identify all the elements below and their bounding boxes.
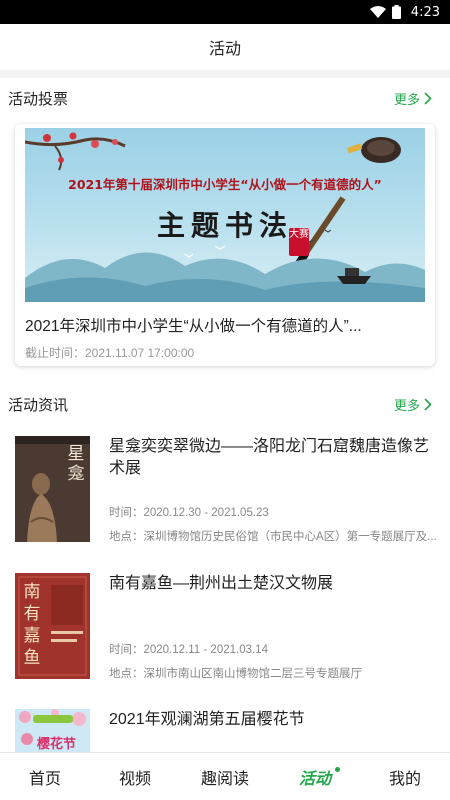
banner-calligraphy: 主题书法 xyxy=(156,209,293,242)
news-title: 2021年观澜湖第五届樱花节 xyxy=(109,711,305,728)
news-time: 时间：2020.12.11 - 2021.03.14 xyxy=(109,644,268,656)
news-time: 时间：2020.12.30 - 2021.05.23 xyxy=(109,507,269,519)
active-dot-indicator xyxy=(335,767,340,772)
nav-video[interactable]: 视频 xyxy=(90,753,180,800)
chevron-right-icon xyxy=(424,397,432,411)
news-title: 星龛奕奕翠微边——洛阳龙门石窟魏唐造像艺术展 xyxy=(109,438,430,477)
vote-banner-image: 2021年第十届深圳市中小学生“从小做一个有道德的人” 主题书法 大赛 xyxy=(25,128,425,302)
thumbnail-text: 樱花节 xyxy=(37,737,77,752)
news-thumbnail: 星龛 xyxy=(15,436,90,542)
banner-headline: 2021年第十届深圳市中小学生“从小做一个有道德的人” xyxy=(68,177,382,192)
status-time: 4:23 xyxy=(410,4,440,20)
vote-section-header: 活动投票 更多 xyxy=(0,76,450,120)
battery-icon xyxy=(391,5,401,19)
vote-card-deadline: 截止时间：2021.11.07 17:00:00 xyxy=(25,346,195,360)
status-bar: 4:23 xyxy=(0,0,450,24)
news-place: 地点：深圳市南山区南山博物馆二层三号专题展厅 xyxy=(109,668,362,680)
nav-mine[interactable]: 我的 xyxy=(360,753,450,800)
more-label: 更多 xyxy=(393,91,420,107)
page-title: 活动 xyxy=(0,24,450,70)
news-more-link[interactable]: 更多 xyxy=(394,395,432,414)
vote-card[interactable]: 2021年第十届深圳市中小学生“从小做一个有道德的人” 主题书法 大赛 2021… xyxy=(15,124,435,366)
nav-home[interactable]: 首页 xyxy=(0,753,90,800)
more-label: 更多 xyxy=(393,397,420,413)
news-item[interactable]: 星龛 星龛奕奕翠微边——洛阳龙门石窟魏唐造像艺术展 时间：2020.12.30 … xyxy=(0,436,450,566)
nav-reading[interactable]: 趣阅读 xyxy=(180,753,270,800)
thumbnail-text: 南有嘉鱼 xyxy=(23,582,41,668)
banner-stamp: 大赛 xyxy=(289,228,309,256)
wifi-icon xyxy=(369,6,386,18)
news-section-title: 活动资讯 xyxy=(8,396,69,414)
nav-activity[interactable]: 活动 xyxy=(270,753,360,800)
news-thumbnail: 樱花节 xyxy=(15,709,90,752)
news-section-header: 活动资讯 更多 xyxy=(0,382,450,426)
news-title: 南有嘉鱼—荆州出土楚汉文物展 xyxy=(109,575,334,592)
news-item[interactable]: 南有嘉鱼 南有嘉鱼—荆州出土楚汉文物展 时间：2020.12.11 - 2021… xyxy=(0,573,450,703)
thumbnail-text: 星龛 xyxy=(67,444,85,484)
news-item[interactable]: 樱花节 2021年观澜湖第五届樱花节 xyxy=(0,709,450,752)
nav-activity-label: 活动 xyxy=(298,770,331,788)
news-place: 地点：深圳博物馆历史民俗馆（市民中心A区）第一专题展厅及... xyxy=(109,531,437,543)
vote-card-title: 2021年深圳市中小学生“从小做一个有德道的人”... xyxy=(25,318,362,335)
chevron-right-icon xyxy=(424,91,432,105)
bottom-navigation: 首页 视频 趣阅读 活动 我的 xyxy=(0,752,450,800)
vote-section-title: 活动投票 xyxy=(8,90,69,108)
vote-more-link[interactable]: 更多 xyxy=(394,89,432,108)
news-thumbnail: 南有嘉鱼 xyxy=(15,573,90,679)
